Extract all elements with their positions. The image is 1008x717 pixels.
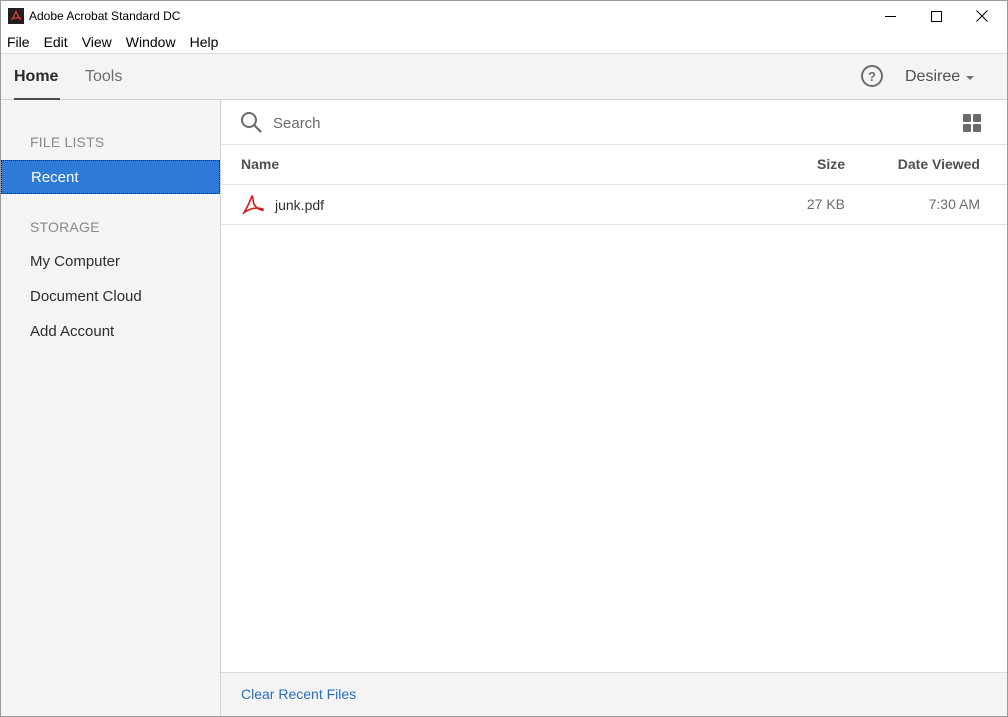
chevron-down-icon	[966, 76, 975, 80]
menu-view[interactable]: View	[75, 31, 119, 53]
clear-recent-files-link[interactable]: Clear Recent Files	[241, 686, 356, 702]
menu-file[interactable]: File	[1, 31, 37, 53]
menu-help[interactable]: Help	[183, 31, 226, 53]
menu-edit[interactable]: Edit	[37, 31, 75, 53]
title-bar: Adobe Acrobat Standard DC	[1, 1, 1007, 31]
maximize-button[interactable]	[913, 1, 959, 31]
app-window: Adobe Acrobat Standard DC File Edit View…	[0, 0, 1008, 717]
main-panel: Name Size Date Viewed junk.pdf 27 KB 7:3…	[221, 100, 1007, 716]
footer-bar: Clear Recent Files	[221, 672, 1007, 716]
column-header-date-viewed[interactable]: Date Viewed	[861, 156, 980, 172]
storage-heading: STORAGE	[30, 219, 100, 235]
user-name: Desiree	[905, 68, 961, 85]
minimize-icon	[884, 15, 896, 17]
sidebar-item-add-account[interactable]: Add Account	[1, 315, 220, 349]
file-name: junk.pdf	[275, 197, 325, 213]
file-date-viewed: 7:30 AM	[928, 196, 980, 212]
sidebar: FILE LISTS Recent STORAGE My Computer Do…	[1, 100, 221, 716]
table-header: Name Size Date Viewed	[221, 145, 1007, 185]
help-button[interactable]: ?	[861, 65, 883, 87]
sidebar-item-my-computer[interactable]: My Computer	[1, 245, 220, 279]
close-button[interactable]	[959, 1, 1005, 31]
file-size: 27 KB	[806, 196, 845, 212]
menu-bar: File Edit View Window Help	[1, 31, 1007, 53]
close-icon	[976, 10, 988, 22]
acrobat-icon	[8, 8, 24, 24]
column-header-size[interactable]: Size	[781, 156, 845, 172]
table-row[interactable]: junk.pdf 27 KB 7:30 AM	[221, 185, 1007, 225]
grid-view-icon[interactable]	[962, 113, 982, 133]
search-bar	[221, 100, 1007, 145]
search-input[interactable]	[273, 112, 933, 134]
minimize-button[interactable]	[867, 1, 913, 31]
sidebar-item-recent[interactable]: Recent	[1, 160, 220, 194]
file-lists-heading: FILE LISTS	[30, 134, 105, 150]
menu-window[interactable]: Window	[119, 31, 183, 53]
user-menu[interactable]: Desiree	[905, 68, 975, 86]
maximize-icon	[930, 10, 942, 22]
tab-tools[interactable]: Tools	[85, 68, 122, 100]
tab-home[interactable]: Home	[14, 68, 60, 101]
search-icon	[241, 112, 262, 133]
nav-bar: Home Tools ? Desiree	[1, 53, 1007, 101]
sidebar-item-document-cloud[interactable]: Document Cloud	[1, 280, 220, 314]
help-icon: ?	[868, 68, 876, 84]
window-title: Adobe Acrobat Standard DC	[29, 9, 181, 23]
tab-home-label: Home	[14, 68, 59, 85]
column-header-name[interactable]: Name	[241, 156, 279, 172]
pdf-icon	[242, 195, 264, 215]
